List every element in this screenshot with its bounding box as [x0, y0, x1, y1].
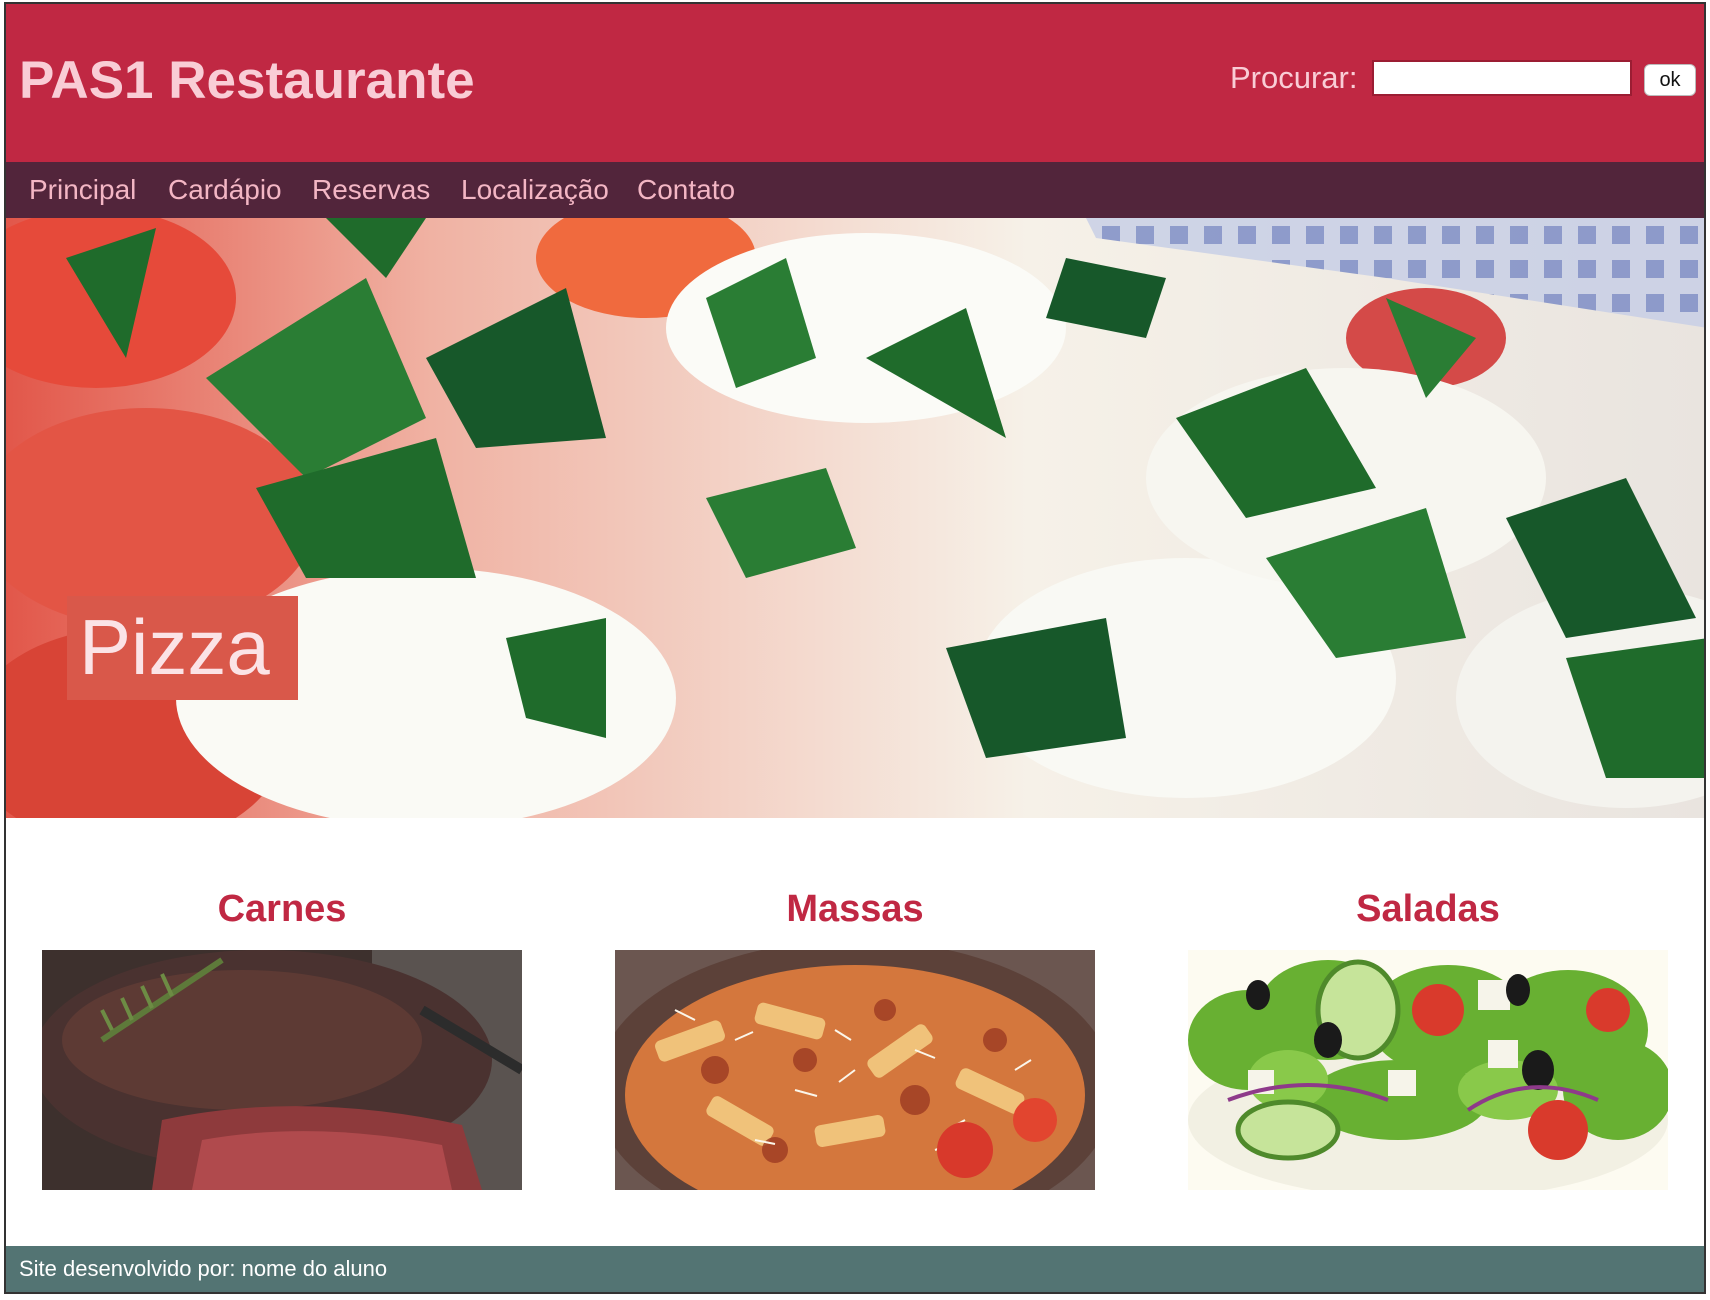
- nav-item-cardapio[interactable]: Cardápio: [168, 176, 282, 204]
- search-submit-button[interactable]: ok: [1644, 64, 1696, 96]
- hero-banner[interactable]: Pizza: [6, 218, 1704, 818]
- pasta-image: [615, 950, 1095, 1190]
- salad-image: [1188, 950, 1668, 1190]
- hero-caption: Pizza: [79, 603, 270, 691]
- site-title[interactable]: PAS1 Restaurante: [19, 54, 475, 107]
- category-image-saladas[interactable]: [1188, 950, 1668, 1190]
- category-image-massas[interactable]: [615, 950, 1095, 1190]
- hero-image: [6, 218, 1704, 818]
- site-footer: Site desenvolvido por: nome do aluno: [6, 1246, 1704, 1292]
- search-input[interactable]: [1372, 60, 1632, 96]
- steak-image: [42, 950, 522, 1190]
- category-title-saladas: Saladas: [1356, 888, 1500, 930]
- nav-item-localizacao[interactable]: Localização: [461, 176, 609, 204]
- main-nav: Principal Cardápio Reservas Localização …: [6, 162, 1704, 218]
- nav-item-contato[interactable]: Contato: [637, 176, 735, 204]
- hero-caption-badge: Pizza: [67, 596, 298, 700]
- category-image-carnes[interactable]: [42, 950, 522, 1190]
- search-label: Procurar:: [1230, 60, 1358, 95]
- footer-credits: Site desenvolvido por: nome do aluno: [19, 1256, 388, 1281]
- category-title-massas: Massas: [786, 888, 924, 930]
- page-frame: PAS1 Restaurante Procurar: ok Principal …: [4, 2, 1706, 1294]
- nav-item-reservas[interactable]: Reservas: [312, 176, 430, 204]
- site-header: PAS1 Restaurante Procurar: ok: [6, 4, 1704, 162]
- category-title-carnes: Carnes: [217, 888, 347, 930]
- nav-item-principal[interactable]: Principal: [29, 176, 136, 204]
